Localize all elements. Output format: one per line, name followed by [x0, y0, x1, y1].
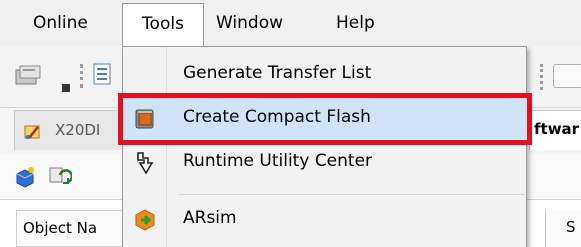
add-object-icon[interactable] [14, 166, 36, 188]
document-icon[interactable] [90, 62, 116, 88]
configuration-icon [24, 125, 40, 139]
toolbar-grip [80, 64, 84, 88]
menu-item-runtime-utility-center[interactable]: Runtime Utility Center [123, 141, 527, 185]
menu-tools[interactable]: Tools [122, 3, 204, 46]
arsim-icon [135, 209, 155, 231]
toolbar-dropdown-icon[interactable] [62, 84, 70, 92]
menu-item-arsim[interactable]: ARsim [123, 198, 527, 242]
toolbar-combo[interactable] [553, 64, 581, 88]
menu-item-generate-transfer-list[interactable]: Generate Transfer List [123, 53, 527, 97]
tools-dropdown-menu: Generate Transfer List Create Compact Fl… [118, 46, 532, 247]
tab-software[interactable]: ftwar [529, 110, 581, 150]
menu-window[interactable]: Window [207, 3, 292, 43]
annotation-highlight-box [118, 93, 532, 145]
menu-help[interactable]: Help [327, 3, 384, 43]
column-header-s[interactable]: S [545, 210, 581, 247]
menu-bar: Online Tools Window Help [0, 0, 581, 46]
sync-icon[interactable] [48, 166, 72, 188]
menu-item-label: Generate Transfer List [183, 63, 372, 83]
column-header-object-name[interactable]: Object Na [16, 210, 128, 247]
properties-icon[interactable] [14, 64, 42, 88]
menu-item-create-compact-flash[interactable]: Create Compact Flash [118, 93, 532, 145]
toolbar-grip-right [540, 64, 544, 90]
menu-separator [179, 194, 524, 195]
tab-x20di[interactable]: X20DI [14, 110, 124, 150]
menu-online[interactable]: Online [24, 3, 97, 43]
tab-x20di-label: X20DI [55, 121, 101, 139]
menu-item-label: Runtime Utility Center [183, 151, 373, 171]
tab-software-label: ftwar [534, 120, 580, 138]
menu-item-label: ARsim [183, 208, 237, 228]
runtime-utility-icon [137, 152, 154, 175]
